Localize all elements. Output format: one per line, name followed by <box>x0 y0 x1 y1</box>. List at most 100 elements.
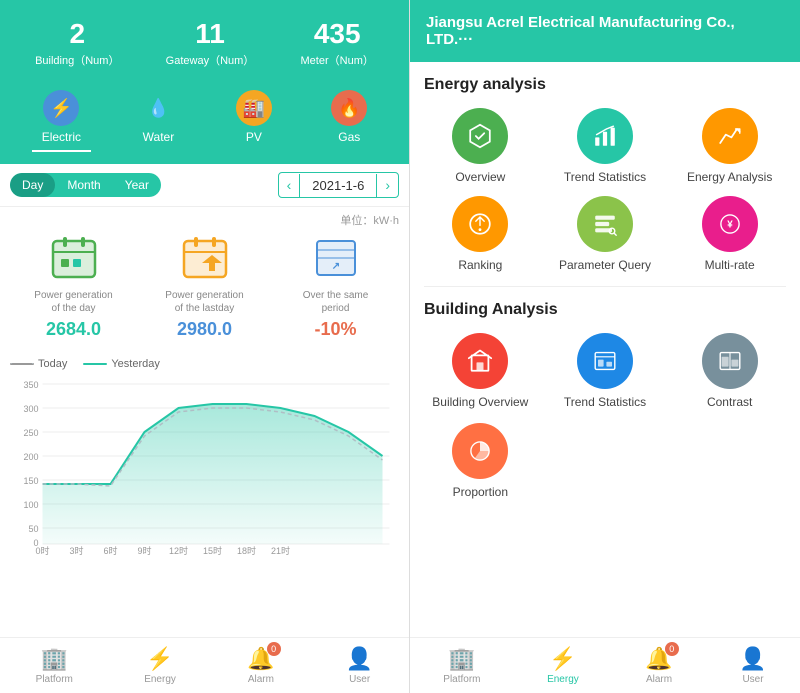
period-buttons: Day Month Year <box>10 173 161 197</box>
building-analysis-grid: Building Overview Trend Statistics Contr… <box>424 333 786 409</box>
card-lastday-icon <box>180 233 230 283</box>
right-footer: 🏢 Platform ⚡ Energy 🔔0 Alarm 👤 User <box>410 637 800 693</box>
energy-analysis-icon <box>702 108 758 164</box>
menu-building-overview[interactable]: Building Overview <box>424 333 537 409</box>
card-today-value: 2684.0 <box>12 319 135 340</box>
tab-electric-label: Electric <box>42 130 81 144</box>
meter-stat: 435 Meter（Num） <box>301 18 374 68</box>
right-footer-energy[interactable]: ⚡ Energy <box>547 646 579 685</box>
tab-water-label: Water <box>143 130 175 144</box>
right-footer-alarm[interactable]: 🔔0 Alarm <box>645 646 672 685</box>
card-today-icon <box>49 233 99 283</box>
chart-svg: 350 300 250 200 150 100 50 0 <box>10 376 399 556</box>
r-user-icon: 👤 <box>739 646 766 672</box>
left-footer-alarm-label: Alarm <box>248 674 274 685</box>
menu-param-query[interactable]: Parameter Query <box>549 196 662 272</box>
proportion-label: Proportion <box>453 485 508 499</box>
pv-icon: 🏭 <box>236 90 272 126</box>
card-lastday-value: 2980.0 <box>143 319 266 340</box>
menu-energy-analysis[interactable]: Energy Analysis <box>673 108 786 184</box>
tab-electric[interactable]: ⚡ Electric <box>32 84 91 152</box>
building-trend-label: Trend Statistics <box>564 395 646 409</box>
svg-text:200: 200 <box>23 452 38 462</box>
r-platform-icon: 🏢 <box>448 646 475 672</box>
building-label: Building（Num） <box>35 52 119 68</box>
svg-text:9时: 9时 <box>137 545 151 556</box>
param-query-icon <box>577 196 633 252</box>
svg-text:↗: ↗ <box>331 261 339 272</box>
menu-proportion[interactable]: Proportion <box>424 423 537 499</box>
date-display: 2021-1-6 <box>299 174 377 197</box>
r-footer-platform-label: Platform <box>443 674 480 685</box>
trend-stats-icon <box>577 108 633 164</box>
svg-text:250: 250 <box>23 428 38 438</box>
r-alarm-icon: 🔔0 <box>645 646 672 672</box>
company-title: Jiangsu Acrel Electrical Manufacturing C… <box>426 14 735 48</box>
left-header: 2 Building（Num） 11 Gateway（Num） 435 Mete… <box>0 0 409 164</box>
menu-trend-stats[interactable]: Trend Statistics <box>549 108 662 184</box>
left-footer-platform[interactable]: 🏢 Platform <box>36 646 73 685</box>
user-icon: 👤 <box>346 646 373 672</box>
r-footer-energy-label: Energy <box>547 674 579 685</box>
menu-ranking[interactable]: Ranking <box>424 196 537 272</box>
unit-row: 单位：kW·h <box>0 207 409 229</box>
alarm-icon: 🔔0 <box>247 646 274 672</box>
date-prev-btn[interactable]: ‹ <box>279 173 300 197</box>
right-content: Energy analysis Overview Trend Statistic… <box>410 62 800 637</box>
electric-icon: ⚡ <box>43 90 79 126</box>
card-lastday: Power generationof the lastday 2980.0 <box>139 229 270 344</box>
left-footer-energy[interactable]: ⚡ Energy <box>144 646 176 685</box>
multi-rate-label: Multi-rate <box>705 258 755 272</box>
overview-icon <box>452 108 508 164</box>
date-bar: Day Month Year ‹ 2021-1-6 › <box>0 164 409 207</box>
card-today: Power generationof the day 2684.0 <box>8 229 139 344</box>
menu-multi-rate[interactable]: ¥ Multi-rate <box>673 196 786 272</box>
menu-building-trend[interactable]: Trend Statistics <box>549 333 662 409</box>
svg-text:18时: 18时 <box>237 545 256 556</box>
ranking-icon <box>452 196 508 252</box>
r-footer-user-label: User <box>742 674 763 685</box>
gateway-stat: 11 Gateway（Num） <box>166 18 255 68</box>
svg-text:¥: ¥ <box>727 220 733 231</box>
chart-legend: Today Yesterday <box>10 358 399 370</box>
right-footer-platform[interactable]: 🏢 Platform <box>443 646 480 685</box>
svg-text:21时: 21时 <box>271 545 290 556</box>
multi-rate-icon: ¥ <box>702 196 758 252</box>
energy-analysis-title: Energy analysis <box>424 76 786 94</box>
period-month-btn[interactable]: Month <box>55 173 112 197</box>
left-footer-alarm[interactable]: 🔔0 Alarm <box>247 646 274 685</box>
energy-icon: ⚡ <box>146 646 173 672</box>
svg-text:12时: 12时 <box>169 545 188 556</box>
right-header: Jiangsu Acrel Electrical Manufacturing C… <box>410 0 800 62</box>
legend-today: Today <box>10 358 67 370</box>
building-num: 2 <box>35 18 119 50</box>
unit-label: 单位：kW·h <box>340 215 399 227</box>
card-period-value: -10% <box>274 319 397 340</box>
r-alarm-badge: 0 <box>665 642 679 656</box>
period-day-btn[interactable]: Day <box>10 173 55 197</box>
period-year-btn[interactable]: Year <box>113 173 161 197</box>
card-period-icon: ↗ <box>311 233 361 283</box>
proportion-icon <box>452 423 508 479</box>
legend-yesterday: Yesterday <box>83 358 160 370</box>
right-footer-user[interactable]: 👤 User <box>739 646 766 685</box>
param-query-label: Parameter Query <box>559 258 651 272</box>
chart-area: Today Yesterday 350 300 250 200 150 100 … <box>0 350 409 637</box>
left-footer: 🏢 Platform ⚡ Energy 🔔0 Alarm 👤 User <box>0 637 409 693</box>
tab-water[interactable]: 💧 Water <box>130 84 186 152</box>
gateway-label: Gateway（Num） <box>166 52 255 68</box>
tab-gas[interactable]: 🔥 Gas <box>321 84 377 152</box>
date-next-btn[interactable]: › <box>377 173 398 197</box>
menu-contrast[interactable]: Contrast <box>673 333 786 409</box>
left-footer-user[interactable]: 👤 User <box>346 646 373 685</box>
left-footer-user-label: User <box>349 674 370 685</box>
tab-pv[interactable]: 🏭 PV <box>226 84 282 152</box>
energy-type-tabs: ⚡ Electric 💧 Water 🏭 PV 🔥 Gas <box>12 78 397 152</box>
gas-icon: 🔥 <box>331 90 367 126</box>
r-energy-icon: ⚡ <box>549 646 576 672</box>
svg-text:6时: 6时 <box>103 545 117 556</box>
building-stat: 2 Building（Num） <box>35 18 119 68</box>
right-panel: Jiangsu Acrel Electrical Manufacturing C… <box>410 0 800 693</box>
menu-overview[interactable]: Overview <box>424 108 537 184</box>
chart-container: 350 300 250 200 150 100 50 0 <box>10 376 399 556</box>
